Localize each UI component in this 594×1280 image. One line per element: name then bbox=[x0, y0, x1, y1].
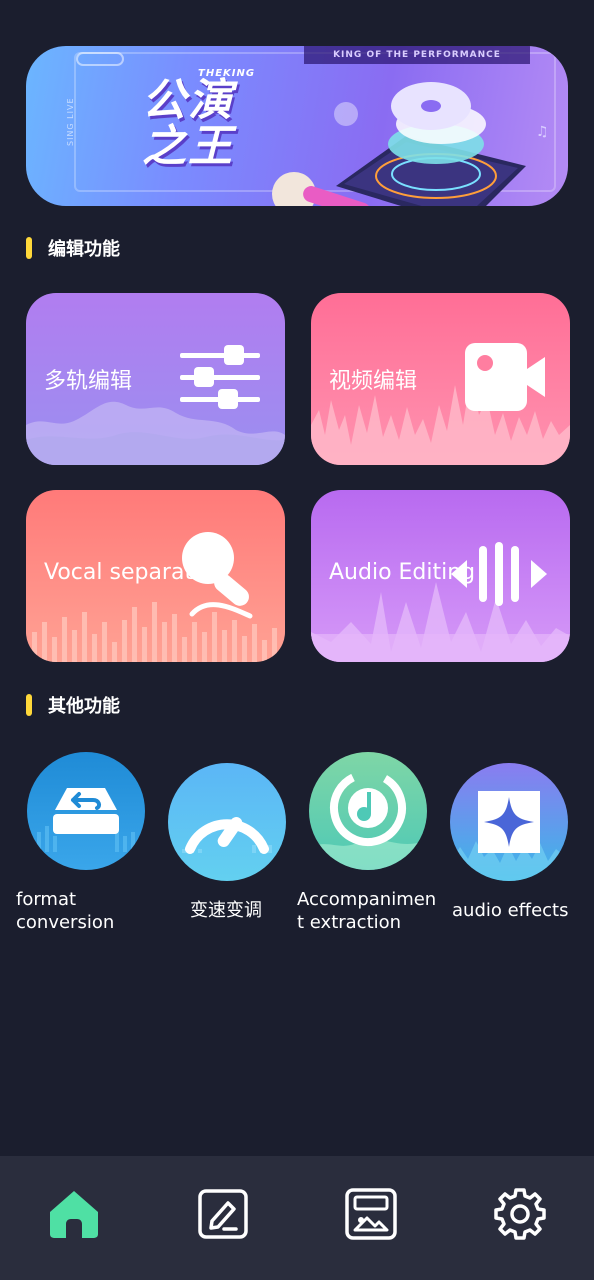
speed-pitch-tool[interactable]: 变速变调 bbox=[168, 763, 308, 922]
audio-effects-label: audio effects bbox=[452, 900, 569, 921]
audio-effects-tool[interactable]: audio effects bbox=[450, 763, 590, 922]
gear-icon bbox=[494, 1188, 546, 1240]
vocal-separation-card[interactable]: Vocal separation bbox=[26, 490, 285, 662]
format-conversion-circle bbox=[27, 752, 145, 870]
promo-banner[interactable]: KING OF THE PERFORMANCE SING LIVE THEKIN… bbox=[26, 46, 568, 206]
sparkle-icon bbox=[450, 791, 568, 881]
nav-home[interactable] bbox=[44, 1184, 104, 1244]
banner-pill bbox=[76, 52, 124, 66]
section-editing-header: 编辑功能 bbox=[26, 236, 120, 260]
nav-settings[interactable] bbox=[490, 1184, 550, 1244]
section-other-title: 其他功能 bbox=[48, 696, 120, 717]
speed-pitch-label: 变速变调 bbox=[190, 900, 262, 921]
accompaniment-extraction-circle bbox=[309, 752, 427, 870]
section-editing-title: 编辑功能 bbox=[48, 239, 120, 260]
format-conversion-tool[interactable]: format conversion bbox=[16, 752, 156, 934]
audio-wave-icon bbox=[451, 542, 547, 606]
accompaniment-extraction-tool[interactable]: Accompaniment extraction bbox=[297, 752, 437, 934]
home-icon bbox=[50, 1191, 99, 1238]
svg-text:♫: ♫ bbox=[536, 124, 549, 140]
edit-icon bbox=[198, 1189, 248, 1239]
gallery-icon bbox=[345, 1188, 397, 1240]
multi-track-edit-label: 多轨编辑 bbox=[44, 369, 133, 394]
video-edit-card[interactable]: 视频编辑 bbox=[311, 293, 570, 465]
microphone-icon bbox=[182, 532, 253, 619]
section-accent-bar bbox=[26, 237, 32, 259]
nav-edit[interactable] bbox=[193, 1184, 253, 1244]
section-accent-bar bbox=[26, 694, 32, 716]
speedometer-icon bbox=[182, 816, 272, 854]
speed-pitch-circle bbox=[168, 763, 286, 881]
sliders-icon bbox=[180, 345, 260, 409]
drive-undo-icon bbox=[37, 788, 135, 852]
video-camera-icon bbox=[465, 343, 545, 411]
banner-tagline: KING OF THE PERFORMANCE bbox=[304, 46, 530, 64]
multi-track-edit-card[interactable]: 多轨编辑 bbox=[26, 293, 285, 465]
video-edit-label: 视频编辑 bbox=[329, 369, 418, 394]
audio-effects-circle bbox=[450, 763, 568, 881]
accompaniment-extraction-label: Accompaniment extraction bbox=[297, 889, 437, 933]
audio-editing-card[interactable]: Audio Editing bbox=[311, 490, 570, 662]
turntable-microphone-illustration: ♫ bbox=[272, 82, 549, 206]
format-conversion-label: format conversion bbox=[16, 889, 115, 933]
banner-side-text: SING LIVE bbox=[66, 97, 75, 146]
bottom-navigation bbox=[0, 1156, 594, 1280]
nav-works[interactable] bbox=[341, 1184, 401, 1244]
music-note-circle-icon bbox=[309, 770, 427, 870]
section-other-header: 其他功能 bbox=[26, 693, 120, 717]
